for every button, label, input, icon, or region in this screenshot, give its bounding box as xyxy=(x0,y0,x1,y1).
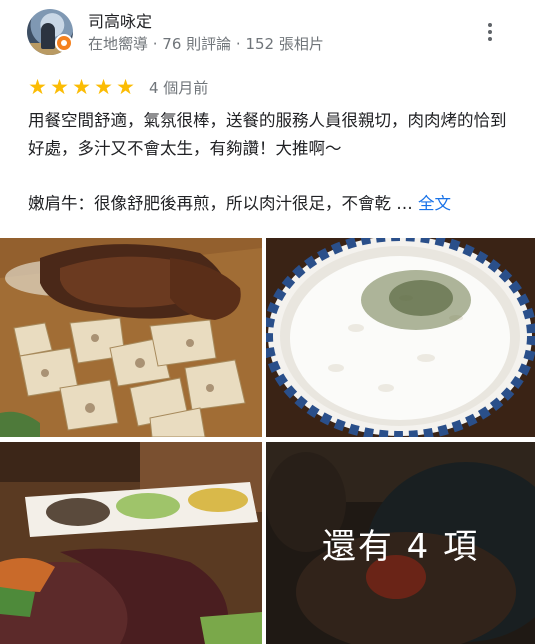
review-header: 司高咏定 在地嚮導 · 76 則評論 · 152 張相片 xyxy=(0,0,535,66)
star-icon: ★ xyxy=(28,75,47,99)
review-snippet: 嫩肩牛：很像舒肥後再煎，所以肉汁很足，不會乾 … 全文 xyxy=(28,190,528,218)
review-photo-beef-sauces[interactable] xyxy=(0,442,262,644)
full-text-link[interactable]: 全文 xyxy=(418,194,451,213)
review-photos: 還有 4 項 xyxy=(0,238,535,644)
review-snippet-text: 嫩肩牛：很像舒肥後再煎，所以肉汁很足，不會乾 … xyxy=(28,194,413,213)
review-photo-grilled-meat[interactable] xyxy=(0,238,262,437)
reviewer-meta: 在地嚮導 · 76 則評論 · 152 張相片 xyxy=(88,35,324,53)
review-time: 4 個月前 xyxy=(149,78,209,97)
review-text: 用餐空間舒適，氣氛很棒，送餐的服務人員很親切，肉肉烤的恰到好處，多汁又不會太生，… xyxy=(28,111,507,158)
more-vert-icon[interactable] xyxy=(478,18,502,46)
review-photo-rice-bowl[interactable] xyxy=(266,238,535,437)
more-photos-overlay[interactable]: 還有 4 項 xyxy=(266,442,535,644)
star-icon: ★ xyxy=(72,75,91,99)
review-rating: ★ ★ ★ ★ ★ 4 個月前 xyxy=(27,75,208,99)
star-icon: ★ xyxy=(116,75,135,99)
reviewer-name[interactable]: 司高咏定 xyxy=(88,8,152,32)
more-photos-label: 還有 4 項 xyxy=(321,526,480,567)
star-icon: ★ xyxy=(50,75,69,99)
review-photo-more[interactable]: 還有 4 項 xyxy=(266,442,535,644)
rating-stars: ★ ★ ★ ★ ★ xyxy=(27,76,136,98)
star-icon: ★ xyxy=(94,75,113,99)
local-guide-icon xyxy=(55,34,73,52)
